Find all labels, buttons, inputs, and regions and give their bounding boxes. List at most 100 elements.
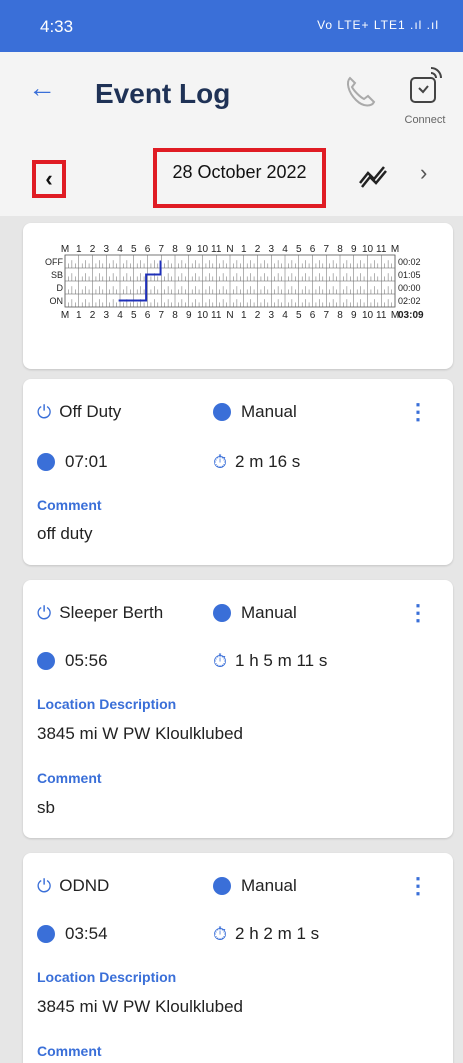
- location-label: Location Description: [37, 969, 177, 985]
- hour-label-bottom: 9: [351, 310, 357, 321]
- clock-icon: [37, 925, 55, 943]
- event-origin-label: Manual: [241, 603, 297, 622]
- row-duration: 01:05: [398, 270, 421, 280]
- hour-label-top: 6: [310, 244, 316, 255]
- more-options-icon[interactable]: ⋮: [407, 399, 429, 425]
- hour-label-top: 7: [158, 244, 164, 255]
- connect-device-icon: [410, 67, 442, 103]
- power-icon: ⏻: [37, 875, 52, 896]
- event-status: ⏻ Sleeper Berth: [37, 600, 163, 626]
- hour-label-top: 1: [76, 244, 82, 255]
- hour-label-top: 11: [376, 244, 387, 255]
- hour-label-bottom: 9: [186, 310, 192, 321]
- hour-label-bottom: 1: [241, 310, 247, 321]
- hour-label-bottom: M: [61, 310, 69, 321]
- status-time: 4:33: [40, 17, 74, 36]
- event-card[interactable]: ⏻ Off Duty Manual ⋮ 07:01 ⏱ 2 m 16 s Com…: [23, 379, 453, 565]
- hour-label-top: 8: [337, 244, 343, 255]
- event-card[interactable]: ⏻ Sleeper Berth Manual ⋮ 05:56 ⏱ 1 h 5 m…: [23, 580, 453, 838]
- date-selector[interactable]: 28 October 2022: [153, 148, 326, 208]
- event-duration-value: 1 h 5 m 11 s: [235, 651, 328, 670]
- hour-label-top: 3: [103, 244, 109, 255]
- hour-label-bottom: 7: [323, 310, 329, 321]
- hour-label-bottom: 11: [376, 310, 387, 321]
- event-origin-label: Manual: [241, 876, 297, 895]
- event-status: ⏻ Off Duty: [37, 399, 121, 425]
- hour-label-top: 4: [117, 244, 123, 255]
- row-duration: 00:00: [398, 283, 421, 293]
- hour-label-bottom: 2: [255, 310, 261, 321]
- more-options-icon[interactable]: ⋮: [407, 873, 429, 899]
- hour-label-bottom: 4: [282, 310, 288, 321]
- origin-icon: [213, 403, 231, 421]
- event-time: 07:01: [37, 449, 108, 475]
- current-date: 28 October 2022: [172, 162, 307, 182]
- hour-label-top: 2: [90, 244, 96, 255]
- row-label: D: [57, 283, 64, 293]
- hour-label-bottom: 5: [131, 310, 137, 321]
- timer-icon: ⏱: [213, 650, 228, 671]
- comment-value: off duty: [37, 524, 93, 543]
- event-time: 03:54: [37, 921, 108, 947]
- hour-label-bottom: N: [226, 310, 233, 321]
- clock-icon: [37, 453, 55, 471]
- event-duration: ⏱ 2 m 16 s: [213, 449, 300, 475]
- event-duration-value: 2 m 16 s: [235, 452, 301, 471]
- origin-icon: [213, 604, 231, 622]
- hour-label-bottom: 2: [90, 310, 96, 321]
- row-label: SB: [51, 270, 63, 280]
- connect-label: Connect: [404, 114, 446, 126]
- event-duration-value: 2 h 2 m 1 s: [235, 924, 320, 943]
- hour-label-bottom: 6: [145, 310, 151, 321]
- previous-day-button[interactable]: ‹: [32, 160, 66, 198]
- hour-label-bottom: 10: [362, 310, 374, 321]
- status-indicators: Vo LTE+ LTE1 .ıl .ıl: [317, 18, 439, 32]
- phone-icon[interactable]: [340, 72, 378, 110]
- hour-label-top: M: [391, 244, 399, 255]
- date-navigation: ‹ 28 October 2022 ›: [0, 138, 463, 216]
- hour-label-top: 9: [351, 244, 357, 255]
- connect-button[interactable]: Connect: [395, 62, 455, 132]
- event-duration: ⏱ 2 h 2 m 1 s: [213, 921, 319, 947]
- event-origin: Manual: [213, 399, 297, 425]
- hour-label-top: 2: [255, 244, 261, 255]
- next-day-button[interactable]: ›: [420, 160, 427, 186]
- hour-label-top: 5: [131, 244, 137, 255]
- location-value: 3845 mi W PW Kloulklubed: [37, 997, 243, 1016]
- duty-status-chart-card: M M 1 1 2 2 3 3 4 4 5 5 6 6 7 7 8 8 9 9 10 10 11 11 N N 1 1 2 2 3 3 4 4 5 5…: [23, 223, 453, 369]
- row-duration: 02:02: [398, 296, 421, 306]
- timer-icon: ⏱: [213, 451, 228, 472]
- comment-value: sb: [37, 798, 55, 817]
- hour-label-bottom: 3: [103, 310, 109, 321]
- event-time: 05:56: [37, 648, 108, 674]
- hour-label-bottom: 10: [197, 310, 209, 321]
- clock-icon: [37, 652, 55, 670]
- status-bar: 4:33 Vo LTE+ LTE1 .ıl .ıl: [0, 0, 463, 52]
- back-arrow-icon[interactable]: ←: [28, 72, 56, 104]
- row-label: ON: [50, 296, 64, 306]
- hour-label-bottom: 1: [76, 310, 82, 321]
- row-duration: 00:02: [398, 257, 421, 267]
- location-label: Location Description: [37, 696, 177, 712]
- event-time-value: 03:54: [65, 924, 108, 943]
- location-value: 3845 mi W PW Kloulklubed: [37, 724, 243, 743]
- hour-label-bottom: 4: [117, 310, 123, 321]
- power-icon: ⏻: [37, 602, 52, 623]
- total-duration: 03:09: [398, 310, 424, 321]
- hour-label-bottom: 3: [268, 310, 274, 321]
- event-status-label: Sleeper Berth: [59, 603, 164, 622]
- event-card[interactable]: ⏻ ODND Manual ⋮ 03:54 ⏱ 2 h 2 m 1 s Loca…: [23, 853, 453, 1063]
- page-title: Event Log: [95, 78, 231, 109]
- graph-toggle-icon[interactable]: [358, 163, 388, 189]
- event-origin: Manual: [213, 600, 297, 626]
- duty-status-chart: MM11223344556677889910101111NN1122334455…: [45, 244, 424, 321]
- chevron-left-icon: ‹: [45, 166, 53, 191]
- event-time-value: 05:56: [65, 651, 108, 670]
- row-label: OFF: [45, 257, 63, 267]
- hour-label-top: 8: [172, 244, 178, 255]
- hour-label-top: 3: [268, 244, 274, 255]
- hour-label-bottom: 7: [158, 310, 164, 321]
- hour-label-bottom: 8: [337, 310, 343, 321]
- hour-label-top: 9: [186, 244, 192, 255]
- more-options-icon[interactable]: ⋮: [407, 600, 429, 626]
